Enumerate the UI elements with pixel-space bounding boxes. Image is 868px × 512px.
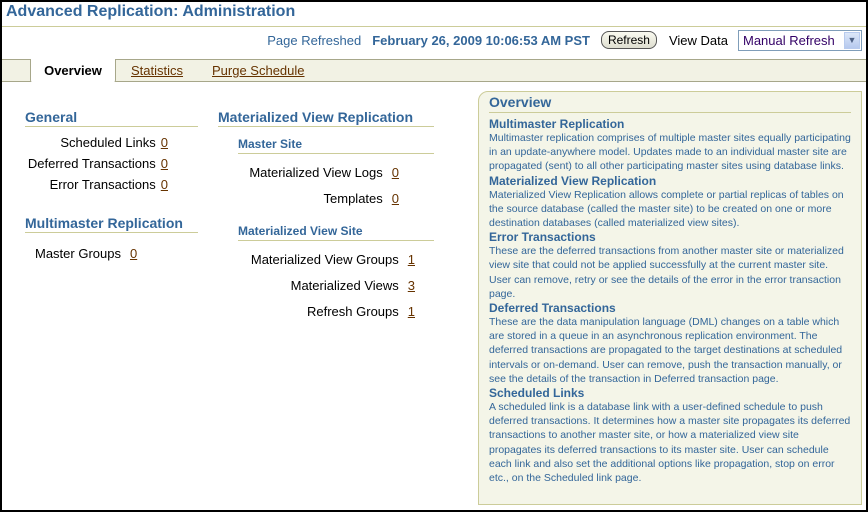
master-site-heading: Master Site xyxy=(238,137,434,154)
overview-section-heading: Scheduled Links xyxy=(489,386,585,401)
refresh-button[interactable]: Refresh xyxy=(600,31,657,49)
mv-replication-heading: Materialized View Replication xyxy=(218,109,434,127)
tab-purge-schedule[interactable]: Purge Schedule xyxy=(212,63,305,78)
row-label: Templates xyxy=(323,191,383,206)
row-label: Deferred Transactions xyxy=(27,156,156,171)
mv-views-row: Materialized Views 3 xyxy=(291,278,415,293)
overview-section-text: Materialized View Replication allows com… xyxy=(489,188,844,230)
chevron-down-icon[interactable]: ▼ xyxy=(844,31,860,49)
overview-section-text: These are the deferred transactions from… xyxy=(489,245,844,300)
general-row-error-transactions: Error Transactions 0 xyxy=(50,177,168,192)
row-label: Materialized Views xyxy=(290,278,399,293)
general-row-scheduled-links: Scheduled Links 0 xyxy=(60,135,168,150)
title-divider xyxy=(2,26,866,27)
general-heading: General xyxy=(25,109,198,127)
templates-row: Templates 0 xyxy=(324,191,399,206)
tab-bar: Overview Statistics Purge Schedule xyxy=(2,59,866,83)
overview-section-heading: Deferred Transactions xyxy=(489,301,616,316)
page-title: Advanced Replication: Administration xyxy=(6,3,296,20)
overview-section-heading: Materialized View Replication xyxy=(489,173,657,188)
general-row-deferred-transactions: Deferred Transactions 0 xyxy=(28,156,168,171)
overview-panel: Overview Multimaster Replication Multima… xyxy=(478,91,862,505)
refresh-groups-link[interactable]: 1 xyxy=(408,304,415,319)
master-groups-link[interactable]: 0 xyxy=(130,246,137,261)
view-data-select[interactable]: Manual Refresh ▼ xyxy=(738,29,862,51)
mv-groups-row: Materialized View Groups 1 xyxy=(251,252,415,267)
mv-logs-row: Materialized View Logs 0 xyxy=(249,165,399,180)
row-label: Scheduled Links xyxy=(60,135,156,150)
refresh-groups-row: Refresh Groups 1 xyxy=(307,304,415,319)
row-label: Materialized View Groups xyxy=(250,252,399,267)
mv-views-link[interactable]: 3 xyxy=(408,278,415,293)
row-label: Master Groups xyxy=(35,246,121,261)
overview-title: Overview xyxy=(489,94,851,113)
overview-section-text: A scheduled link is a database link with… xyxy=(489,401,851,485)
error-transactions-link[interactable]: 0 xyxy=(161,177,168,192)
page-frame: Advanced Replication: Administration Pag… xyxy=(2,2,866,510)
row-label: Refresh Groups xyxy=(307,304,399,319)
mv-logs-link[interactable]: 0 xyxy=(392,165,399,180)
overview-section-heading: Error Transactions xyxy=(489,230,596,245)
deferred-transactions-link[interactable]: 0 xyxy=(161,156,168,171)
mv-site-heading: Materialized View Site xyxy=(238,224,434,241)
tab-overview[interactable]: Overview xyxy=(30,59,116,83)
overview-section-text: Multimaster replication comprises of mul… xyxy=(489,132,851,173)
refresh-bar: Page Refreshed February 26, 2009 10:06:5… xyxy=(267,28,862,52)
scheduled-links-link[interactable]: 0 xyxy=(161,135,168,150)
multimaster-heading: Multimaster Replication xyxy=(25,215,198,233)
overview-section-heading: Multimaster Replication xyxy=(489,117,625,131)
multimaster-row-master-groups: Master Groups 0 xyxy=(35,246,137,261)
tab-statistics[interactable]: Statistics xyxy=(131,63,183,78)
mv-groups-link[interactable]: 1 xyxy=(408,252,415,267)
templates-link[interactable]: 0 xyxy=(392,191,399,206)
refresh-timestamp: February 26, 2009 10:06:53 AM PST xyxy=(372,32,590,48)
page-refreshed-label: Page Refreshed xyxy=(267,32,362,48)
row-label: Materialized View Logs xyxy=(249,165,383,180)
row-label: Error Transactions xyxy=(49,177,156,192)
overview-section-text: These are the data manipulation language… xyxy=(489,316,843,385)
view-data-selected: Manual Refresh xyxy=(743,32,835,48)
view-data-label: View Data xyxy=(668,32,728,48)
